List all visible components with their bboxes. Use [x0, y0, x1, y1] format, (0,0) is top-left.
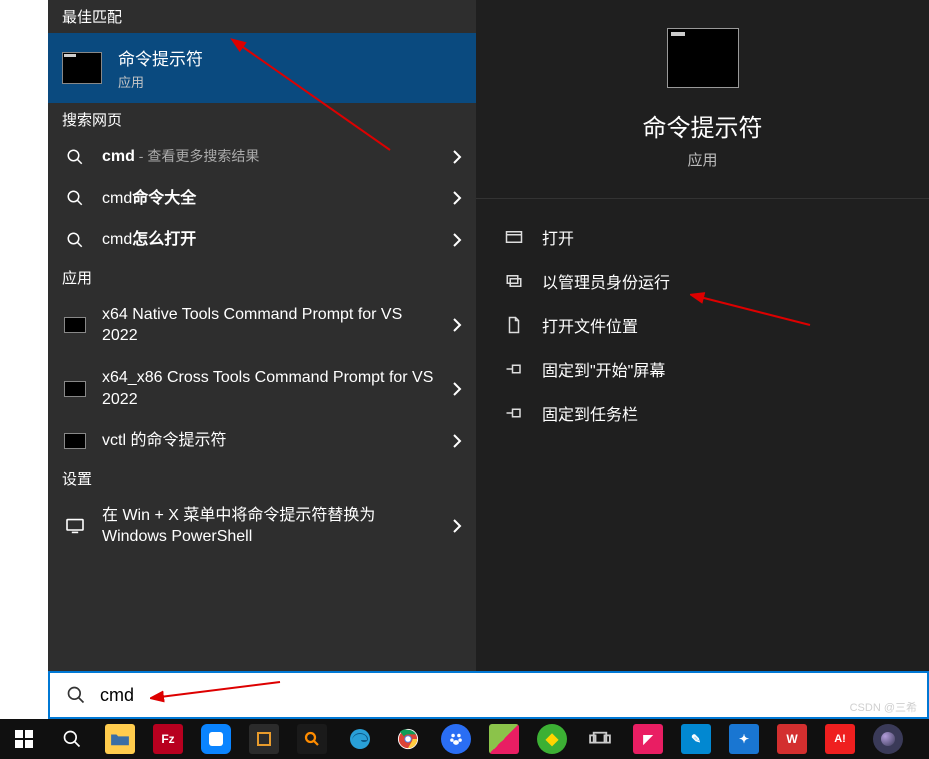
- results-column: 最佳匹配 命令提示符 应用 搜索网页 cmd - 查看更多搜索结果 cmd命令大…: [48, 0, 476, 671]
- cmd-thumbnail-icon: [667, 28, 739, 88]
- taskbar-app-sublime[interactable]: [240, 719, 288, 759]
- pin-icon: [504, 362, 524, 376]
- chevron-right-icon: [452, 518, 462, 534]
- taskbar-app-generic[interactable]: ◤: [624, 719, 672, 759]
- chevron-right-icon: [452, 149, 462, 165]
- taskbar-app-generic[interactable]: [480, 719, 528, 759]
- terminal-icon: [62, 381, 88, 397]
- search-icon: [62, 189, 88, 207]
- best-match-result[interactable]: 命令提示符 应用: [48, 33, 476, 103]
- action-label: 打开文件位置: [542, 313, 638, 337]
- taskbar-app-generic[interactable]: ✎: [672, 719, 720, 759]
- chevron-right-icon: [452, 317, 462, 333]
- taskbar-app-anydesk[interactable]: A!: [816, 719, 864, 759]
- action-open-location[interactable]: 打开文件位置: [476, 303, 929, 347]
- best-match-subtitle: 应用: [118, 72, 203, 91]
- action-label: 打开: [542, 225, 574, 249]
- setting-result[interactable]: 在 Win + X 菜单中将命令提示符替换为 Windows PowerShel…: [48, 495, 476, 558]
- best-match-text: 命令提示符 应用: [118, 45, 203, 91]
- terminal-icon: [62, 433, 88, 449]
- taskbar-app-edge[interactable]: [336, 719, 384, 759]
- taskbar-app-explorer[interactable]: [96, 719, 144, 759]
- action-label: 固定到"开始"屏幕: [542, 357, 665, 381]
- detail-column: 命令提示符 应用 打开 以管理员身份运行 打开文件位置 固定到"开始"屏幕 固定…: [476, 0, 929, 671]
- taskbar: Fz ◆ ◤ ✎ ✦ W A!: [0, 719, 929, 759]
- section-settings: 设置: [48, 462, 476, 495]
- action-list: 打开 以管理员身份运行 打开文件位置 固定到"开始"屏幕 固定到任务栏: [476, 199, 929, 451]
- taskbar-app-chrome[interactable]: [384, 719, 432, 759]
- section-best-match: 最佳匹配: [48, 0, 476, 33]
- open-icon: [504, 230, 524, 244]
- search-icon: [62, 231, 88, 249]
- web-result-label: cmd命令大全: [102, 188, 438, 210]
- start-button[interactable]: [0, 719, 48, 759]
- section-web: 搜索网页: [48, 103, 476, 136]
- chevron-right-icon: [452, 190, 462, 206]
- app-result-label: vctl 的命令提示符: [102, 430, 438, 452]
- chevron-right-icon: [452, 433, 462, 449]
- app-result[interactable]: x64 Native Tools Command Prompt for VS 2…: [48, 294, 476, 357]
- web-result[interactable]: cmd命令大全: [48, 178, 476, 220]
- taskbar-app-baidu[interactable]: [432, 719, 480, 759]
- taskbar-app-generic[interactable]: ✦: [720, 719, 768, 759]
- search-bar[interactable]: [48, 671, 929, 719]
- app-result[interactable]: vctl 的命令提示符: [48, 420, 476, 462]
- action-run-as-admin[interactable]: 以管理员身份运行: [476, 259, 929, 303]
- start-search-panel: 最佳匹配 命令提示符 应用 搜索网页 cmd - 查看更多搜索结果 cmd命令大…: [48, 0, 929, 671]
- taskbar-app-360[interactable]: ◆: [528, 719, 576, 759]
- setting-result-label: 在 Win + X 菜单中将命令提示符替换为 Windows PowerShel…: [102, 505, 438, 548]
- taskbar-app-filezilla[interactable]: Fz: [144, 719, 192, 759]
- taskbar-app-everything[interactable]: [288, 719, 336, 759]
- web-result[interactable]: cmd - 查看更多搜索结果: [48, 136, 476, 178]
- chevron-right-icon: [452, 232, 462, 248]
- action-open[interactable]: 打开: [476, 215, 929, 259]
- shield-icon: [504, 273, 524, 289]
- detail-title: 命令提示符: [643, 108, 763, 143]
- web-result-label: cmd - 查看更多搜索结果: [102, 146, 438, 168]
- watermark: CSDN @三希: [850, 699, 917, 715]
- app-result-label: x64_x86 Cross Tools Command Prompt for V…: [102, 367, 438, 410]
- monitor-icon: [62, 518, 88, 534]
- action-pin-start[interactable]: 固定到"开始"屏幕: [476, 347, 929, 391]
- section-apps: 应用: [48, 261, 476, 294]
- search-input[interactable]: [100, 685, 911, 706]
- web-result[interactable]: cmd怎么打开: [48, 219, 476, 261]
- pin-icon: [504, 406, 524, 420]
- taskbar-app-wps[interactable]: W: [768, 719, 816, 759]
- action-label: 以管理员身份运行: [542, 269, 670, 293]
- cmd-icon: [62, 52, 102, 84]
- best-match-title: 命令提示符: [118, 45, 203, 70]
- terminal-icon: [62, 317, 88, 333]
- app-result[interactable]: x64_x86 Cross Tools Command Prompt for V…: [48, 357, 476, 420]
- search-icon: [62, 148, 88, 166]
- chevron-right-icon: [452, 381, 462, 397]
- taskbar-app-eclipse[interactable]: [864, 719, 912, 759]
- action-label: 固定到任务栏: [542, 401, 638, 425]
- detail-hero: 命令提示符 应用: [476, 28, 929, 199]
- folder-icon: [504, 316, 524, 334]
- taskbar-app-generic[interactable]: [192, 719, 240, 759]
- app-result-label: x64 Native Tools Command Prompt for VS 2…: [102, 304, 438, 347]
- search-icon: [66, 685, 86, 705]
- taskbar-search-button[interactable]: [48, 719, 96, 759]
- action-pin-taskbar[interactable]: 固定到任务栏: [476, 391, 929, 435]
- web-result-label: cmd怎么打开: [102, 229, 438, 251]
- detail-subtitle: 应用: [687, 149, 717, 170]
- taskbar-taskview[interactable]: [576, 719, 624, 759]
